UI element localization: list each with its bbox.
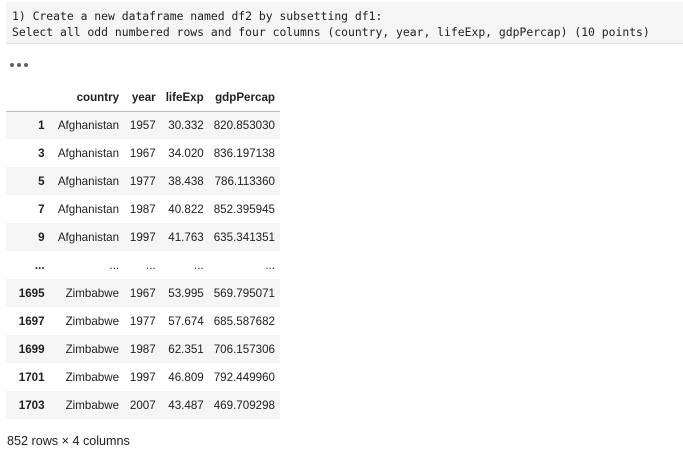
- cell-country: Afghanistan: [57, 202, 120, 216]
- header-country: country: [49, 84, 125, 112]
- ellipsis-dot: [10, 63, 14, 67]
- row-index: 1695: [18, 286, 45, 300]
- dataframe-table: country year lifeExp gdpPercap 1 Afghani…: [6, 84, 280, 419]
- table-row: 1699 Zimbabwe 1987 62.351 706.157306: [6, 335, 280, 363]
- cell-lifeexp: 34.020: [168, 146, 204, 160]
- table-row: 3 Afghanistan 1967 34.020 836.197138: [6, 139, 280, 167]
- ellipsis-icon[interactable]: [10, 58, 38, 72]
- cell-year: 1967: [129, 286, 156, 300]
- cell-country: Afghanistan: [57, 174, 120, 188]
- table-row: 9 Afghanistan 1997 41.763 635.341351: [6, 223, 280, 251]
- cell-country: Zimbabwe: [65, 314, 120, 328]
- cell-gdppercap: 820.853030: [213, 118, 275, 132]
- cell-country: Zimbabwe: [65, 342, 120, 356]
- ellipsis-dot: [24, 63, 28, 67]
- table-row: 7 Afghanistan 1987 40.822 852.395945: [6, 195, 280, 223]
- cell-year: 1987: [129, 202, 156, 216]
- cell-year: 1957: [129, 118, 156, 132]
- header-gdppercap: gdpPercap: [208, 84, 280, 112]
- cell-lifeexp: 43.487: [168, 398, 204, 412]
- row-index: 1: [38, 118, 45, 132]
- cell-country: Afghanistan: [57, 118, 120, 132]
- code-cell[interactable]: 1) Create a new dataframe named df2 by s…: [6, 2, 683, 44]
- row-index: 1703: [18, 398, 45, 412]
- cell-country: Zimbabwe: [65, 398, 120, 412]
- cell-year: 1997: [129, 370, 156, 384]
- cell-lifeexp: ...: [194, 258, 204, 272]
- row-index: 1697: [18, 314, 45, 328]
- cell-lifeexp: 38.438: [168, 174, 204, 188]
- header-index: [6, 84, 50, 112]
- cell-year: 1977: [129, 314, 156, 328]
- cell-country: Zimbabwe: [65, 286, 120, 300]
- cell-gdppercap: 685.587682: [213, 314, 275, 328]
- dataframe-shape: 852 rows × 4 columns: [7, 434, 130, 448]
- table-row: 1 Afghanistan 1957 30.332 820.853030: [6, 111, 280, 139]
- cell-lifeexp: 57.674: [168, 314, 204, 328]
- cell-country: ...: [109, 258, 120, 272]
- row-index: 5: [38, 174, 45, 188]
- cell-lifeexp: 30.332: [168, 118, 204, 132]
- table-row: 1697 Zimbabwe 1977 57.674 685.587682: [6, 307, 280, 335]
- ellipsis-dot: [17, 63, 21, 67]
- table-row: 1703 Zimbabwe 2007 43.487 469.709298: [6, 391, 280, 419]
- row-index: 9: [38, 230, 45, 244]
- table-row: 1695 Zimbabwe 1967 53.995 569.795071: [6, 279, 280, 307]
- cell-year: 1997: [129, 230, 156, 244]
- code-line-2: Select all odd numbered rows and four co…: [12, 25, 650, 39]
- cell-year: 2007: [129, 398, 156, 412]
- cell-country: Zimbabwe: [65, 370, 120, 384]
- header-year: year: [124, 84, 161, 112]
- table-row: 5 Afghanistan 1977 38.438 786.113360: [6, 167, 280, 195]
- header-lifeexp: lifeExp: [160, 84, 209, 112]
- cell-year: ...: [146, 258, 156, 272]
- cell-gdppercap: 786.113360: [214, 174, 275, 188]
- row-index: 3: [38, 146, 45, 160]
- cell-lifeexp: 40.822: [168, 202, 204, 216]
- cell-lifeexp: 53.995: [168, 286, 204, 300]
- cell-year: 1967: [129, 146, 156, 160]
- cell-lifeexp: 62.351: [168, 342, 204, 356]
- cell-gdppercap: 706.157306: [213, 342, 275, 356]
- cell-gdppercap: 836.197138: [213, 146, 275, 160]
- cell-gdppercap: 852.395945: [213, 202, 275, 216]
- cell-country: Afghanistan: [57, 230, 120, 244]
- cell-year: 1987: [129, 342, 156, 356]
- table-header-row: country year lifeExp gdpPercap: [6, 84, 280, 112]
- cell-gdppercap: 792.449960: [213, 370, 275, 384]
- cell-gdppercap: 569.795071: [213, 286, 275, 300]
- code-line-1: 1) Create a new dataframe named df2 by s…: [12, 9, 383, 23]
- cell-gdppercap: ...: [265, 258, 275, 272]
- cell-year: 1977: [129, 174, 156, 188]
- row-index: 1699: [18, 342, 45, 356]
- cell-country: Afghanistan: [57, 146, 120, 160]
- cell-lifeexp: 46.809: [168, 370, 204, 384]
- cell-gdppercap: 635.341351: [213, 230, 275, 244]
- row-index: 7: [38, 202, 45, 216]
- table-row-ellipsis: ... ... ... ... ...: [6, 251, 280, 279]
- cell-gdppercap: 469.709298: [213, 398, 275, 412]
- table-row: 1701 Zimbabwe 1997 46.809 792.449960: [6, 363, 280, 391]
- cell-lifeexp: 41.763: [168, 230, 204, 244]
- row-index: ...: [34, 258, 45, 272]
- row-index: 1701: [18, 370, 45, 384]
